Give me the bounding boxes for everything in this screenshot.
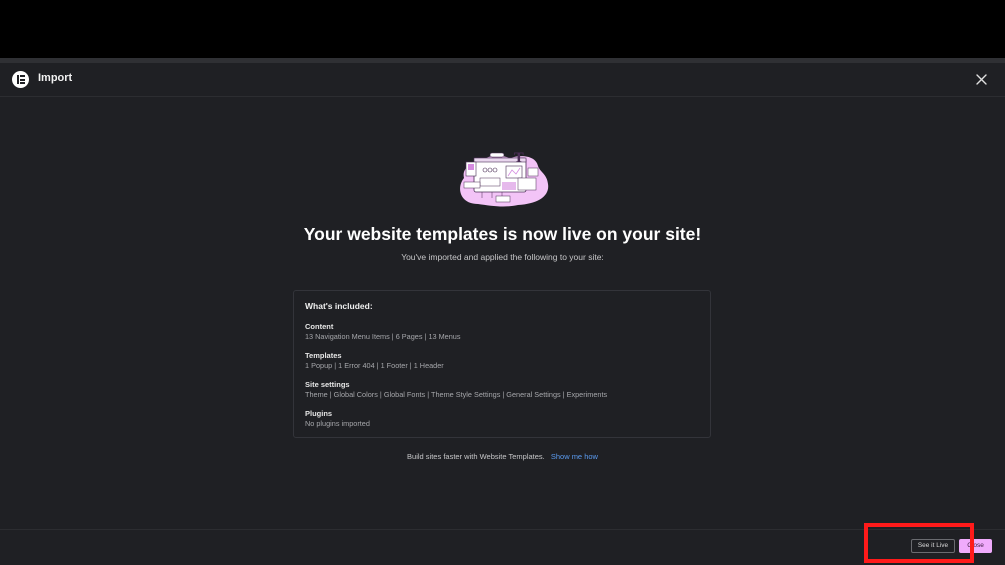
success-subline: You've imported and applied the followin…	[401, 252, 604, 262]
section-title: Plugins	[305, 409, 333, 418]
footnote: Build sites faster with Website Template…	[0, 452, 1005, 461]
elementor-logo-icon	[12, 71, 29, 88]
show-me-how-link[interactable]: Show me how	[551, 452, 598, 461]
section-text: No plugins imported	[305, 419, 370, 428]
website-templates-illustration: T	[460, 151, 549, 207]
close-icon[interactable]	[975, 73, 988, 86]
svg-text:T: T	[514, 151, 524, 166]
section-plugins: Plugins No plugins imported	[305, 409, 370, 429]
footnote-text: Build sites faster with Website Template…	[407, 452, 545, 461]
section-title: Content	[305, 322, 334, 331]
close-button[interactable]: Close	[959, 539, 992, 553]
success-headline: Your website templates is now live on yo…	[303, 224, 702, 244]
card-title: What's included:	[305, 301, 373, 311]
section-templates: Templates 1 Popup | 1 Error 404 | 1 Foot…	[305, 351, 444, 371]
section-title: Site settings	[305, 380, 350, 389]
included-summary-card: What's included: Content 13 Navigation M…	[293, 290, 711, 438]
section-text: 13 Navigation Menu Items | 6 Pages | 13 …	[305, 332, 461, 341]
top-black-bar	[0, 0, 1005, 58]
section-content: Content 13 Navigation Menu Items | 6 Pag…	[305, 322, 461, 342]
see-it-live-button[interactable]: See it Live	[911, 539, 955, 553]
section-text: 1 Popup | 1 Error 404 | 1 Footer | 1 Hea…	[305, 361, 444, 370]
modal-header: Import	[0, 63, 1005, 97]
section-title: Templates	[305, 351, 342, 360]
footer-divider	[0, 529, 1005, 530]
import-modal: Import T Your website templates is now l…	[0, 63, 1005, 565]
section-text: Theme | Global Colors | Global Fonts | T…	[305, 390, 608, 399]
section-site-settings: Site settings Theme | Global Colors | Gl…	[305, 380, 607, 400]
modal-title: Import	[38, 72, 73, 84]
